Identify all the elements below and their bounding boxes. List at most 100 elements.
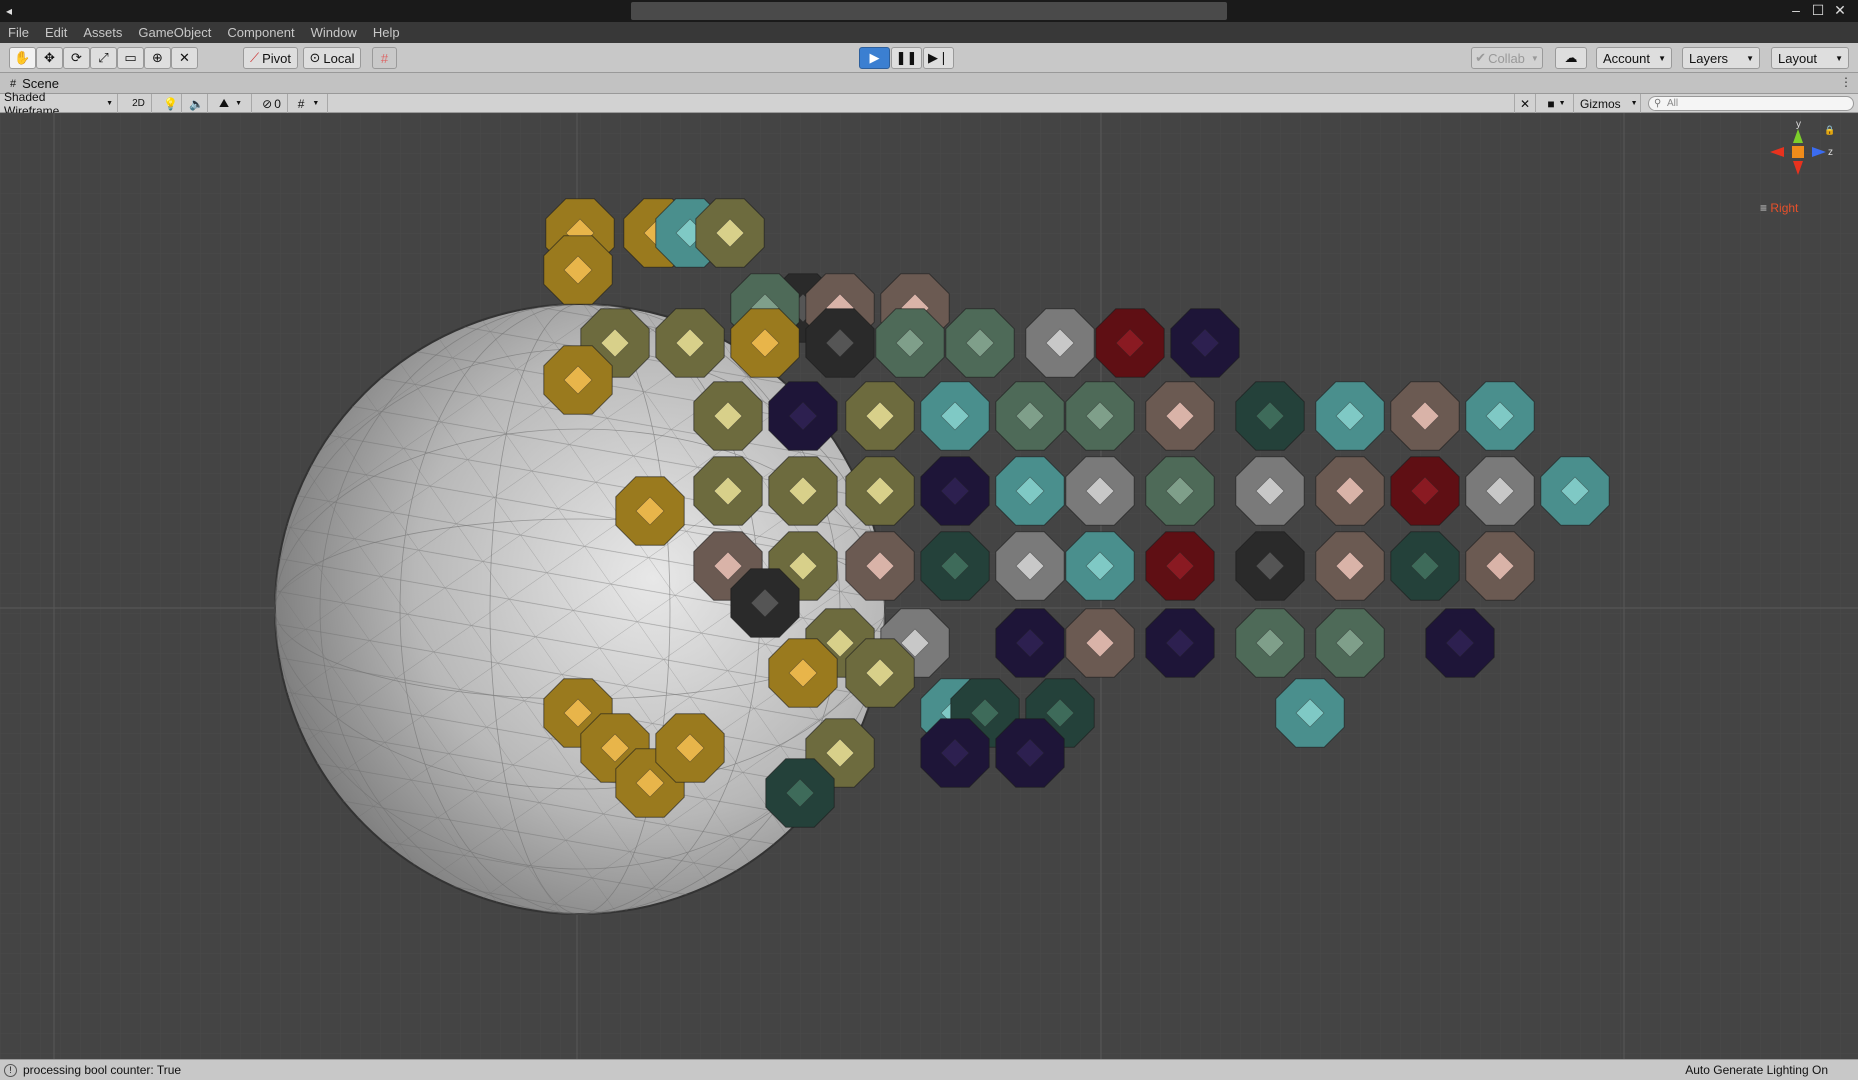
scene-tools-toggle[interactable]: ✕ (1514, 94, 1536, 113)
rect-tool-button[interactable]: ▭ (117, 47, 144, 69)
draw-mode-dropdown[interactable]: Shaded Wireframe ▼ (0, 90, 118, 118)
hand-tool-button[interactable]: ✋ (9, 47, 36, 69)
effects-dropdown[interactable]: ⛰ ▼ (210, 94, 252, 113)
hand-icon: ✋ (14, 50, 31, 65)
scale-tool-button[interactable]: ⤢ (90, 47, 117, 69)
pivot-toggle-button[interactable]: ⟋ Pivot (243, 47, 298, 69)
view-label[interactable]: ≡ Right (1760, 201, 1798, 215)
effects-icon: ⛰ (218, 96, 230, 110)
layers-dropdown[interactable]: Layers ▼ (1682, 47, 1760, 69)
account-dropdown[interactable]: Account ▼ (1596, 47, 1672, 69)
chevron-down-icon: ▼ (312, 100, 320, 107)
audio-toggle[interactable]: 🔈 (186, 94, 208, 113)
axis-gizmo-icon: y z 🔒 (1770, 119, 1835, 175)
status-bar: ! processing bool counter: True Auto Gen… (0, 1059, 1858, 1080)
menu-component[interactable]: Component (227, 25, 294, 40)
scene-render (0, 113, 1858, 1059)
status-message: processing bool counter: True (23, 1063, 182, 1077)
maximize-icon[interactable]: ☐ (1808, 2, 1828, 19)
menu-window[interactable]: Window (311, 25, 357, 40)
window-title-area (631, 2, 1227, 20)
local-icon: ⊙ (309, 50, 321, 65)
chevron-down-icon: ▼ (1530, 53, 1539, 63)
step-button[interactable]: ▶❘ (923, 47, 954, 69)
step-icon: ▶❘ (928, 50, 949, 65)
hidden-count: 0 (274, 96, 281, 111)
menu-file[interactable]: File (8, 25, 29, 40)
layers-label: Layers (1689, 50, 1729, 66)
collab-label: Collab (1488, 50, 1525, 66)
eye-slash-icon: ⊘ (262, 96, 273, 111)
grid-visibility-icon: # (297, 96, 305, 111)
transform-icon: ⊕ (152, 50, 163, 65)
info-icon: ! (4, 1063, 17, 1077)
orientation-gizmo[interactable]: y z 🔒 ≡ Right (1758, 119, 1838, 229)
pause-button[interactable]: ❚❚ (891, 47, 922, 69)
grid-snap-button[interactable]: # (372, 47, 397, 69)
play-icon: ▶ (869, 50, 880, 65)
chevron-down-icon: ▼ (1630, 100, 1638, 107)
layout-label: Layout (1778, 50, 1818, 66)
custom-tool-icon: ✕ (179, 50, 190, 65)
menu-edit[interactable]: Edit (45, 25, 67, 40)
lighting-status: Auto Generate Lighting On (1685, 1063, 1828, 1077)
speaker-icon: 🔈 (189, 96, 204, 111)
search-placeholder: All (1667, 98, 1679, 109)
lighting-toggle[interactable]: 💡 (160, 94, 182, 113)
camera-icon: ■ (1547, 96, 1555, 111)
close-icon[interactable]: ✕ (1830, 2, 1850, 19)
axis-y-label: y (1796, 119, 1801, 130)
light-bulb-icon: 💡 (163, 96, 178, 111)
console-message[interactable]: ! processing bool counter: True (4, 1063, 181, 1077)
window-titlebar: ◂ – ☐ ✕ (0, 0, 1858, 22)
scene-tab-bar: # Scene ⋮ (0, 73, 1858, 94)
chevron-down-icon: ▼ (106, 100, 113, 107)
pivot-icon: ⟋ (249, 50, 260, 65)
toggle-2d-button[interactable]: 2D (126, 94, 152, 113)
gizmos-label: Gizmos (1580, 96, 1621, 111)
grid-icon: # (10, 77, 17, 90)
move-icon: ✥ (44, 50, 55, 65)
scene-viewport[interactable]: y z 🔒 ≡ Right (0, 113, 1858, 1059)
local-label: Local (323, 50, 355, 66)
grid-snap-icon: # (380, 50, 389, 66)
scene-search-input[interactable]: ⚲ All (1648, 96, 1854, 111)
unity-icon[interactable]: ◂ (6, 4, 12, 18)
collab-check-icon: ✔ (1475, 50, 1487, 65)
more-options-icon[interactable]: ⋮ (1840, 75, 1852, 89)
scene-toolbar: Shaded Wireframe ▼ 2D 💡 🔈 ⛰ ▼ ⊘ 0 # ▼ ✕ … (0, 90, 1858, 118)
cloud-button[interactable]: ☁ (1555, 47, 1587, 69)
account-label: Account (1603, 50, 1650, 66)
menu-help[interactable]: Help (373, 25, 400, 40)
local-toggle-button[interactable]: ⊙ Local (303, 47, 361, 69)
menu-bar: File Edit Assets GameObject Component Wi… (0, 22, 1858, 43)
collab-dropdown[interactable]: ✔ Collab ▼ (1471, 47, 1543, 69)
minimize-icon[interactable]: – (1786, 2, 1806, 18)
search-icon: ⚲ (1654, 98, 1662, 109)
rect-icon: ▭ (124, 50, 137, 65)
pivot-label: Pivot (262, 50, 291, 66)
hamburger-icon: ≡ (1760, 201, 1768, 215)
grid-dropdown[interactable]: # ▼ (290, 94, 328, 113)
scale-icon: ⤢ (98, 50, 109, 65)
menu-assets[interactable]: Assets (83, 25, 122, 40)
layout-dropdown[interactable]: Layout ▼ (1771, 47, 1849, 69)
rotate-icon: ⟳ (71, 50, 82, 65)
chevron-down-icon: ▼ (1746, 53, 1754, 63)
play-button[interactable]: ▶ (859, 47, 890, 69)
menu-gameobject[interactable]: GameObject (138, 25, 211, 40)
tools-icon: ✕ (1519, 96, 1531, 111)
main-toolbar: ✋ ✥ ⟳ ⤢ ▭ ⊕ ✕ ⟋ Pivot ⊙ Local # ▶ ❚❚ ▶❘ … (0, 43, 1858, 73)
lock-icon: 🔒 (1824, 125, 1835, 135)
chevron-down-icon: ▼ (1558, 100, 1566, 107)
move-tool-button[interactable]: ✥ (36, 47, 63, 69)
chevron-down-icon: ▼ (1835, 53, 1843, 63)
hidden-objects-toggle[interactable]: ⊘ 0 (256, 94, 288, 113)
chevron-down-icon: ▼ (1658, 53, 1666, 63)
custom-tool-button[interactable]: ✕ (171, 47, 198, 69)
gizmos-dropdown[interactable]: Gizmos ▼ (1576, 94, 1641, 113)
transform-tool-button[interactable]: ⊕ (144, 47, 171, 69)
toggle-2d-label: 2D (132, 98, 145, 109)
rotate-tool-button[interactable]: ⟳ (63, 47, 90, 69)
camera-dropdown[interactable]: ■ ▼ (1540, 94, 1574, 113)
